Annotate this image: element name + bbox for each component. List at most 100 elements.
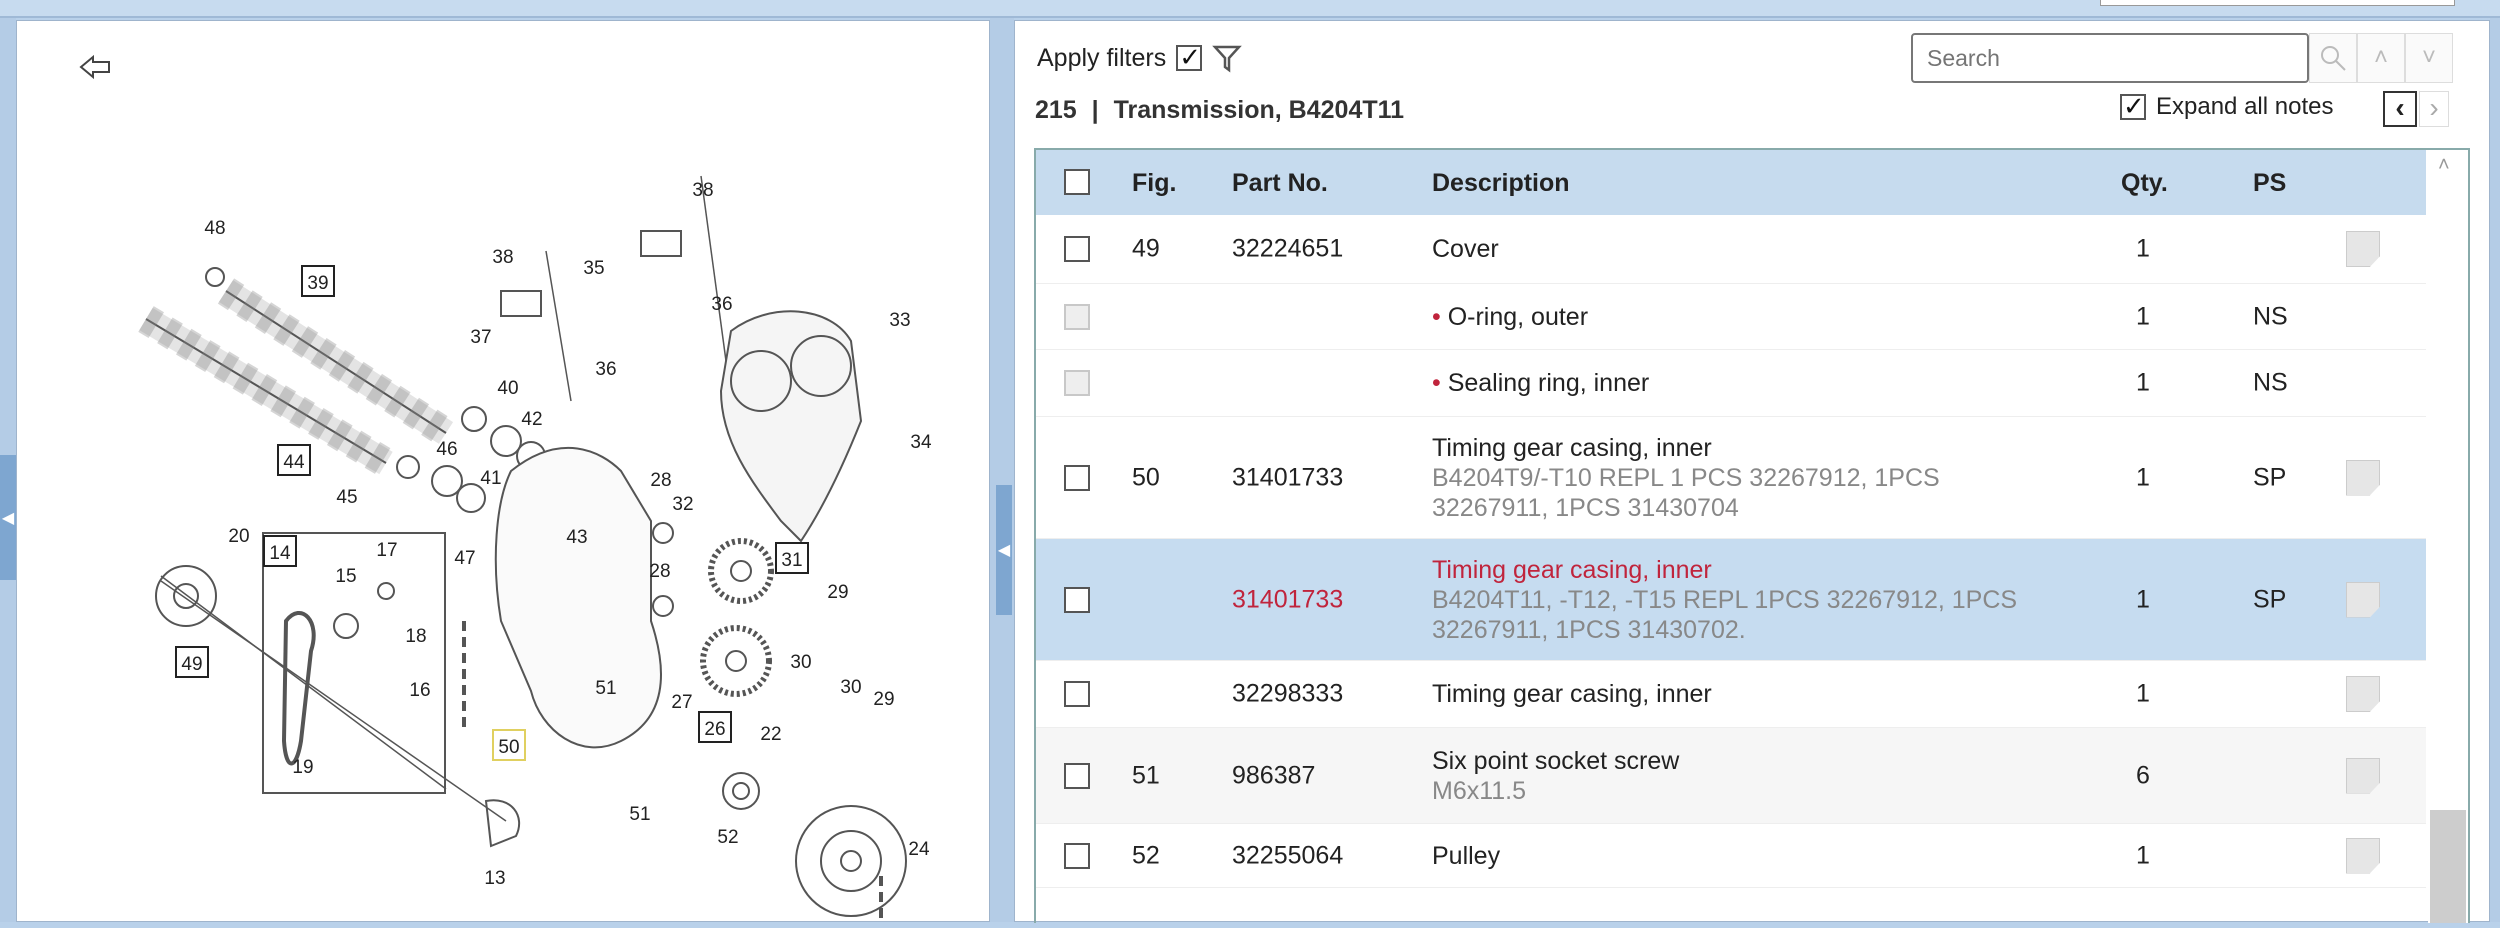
toolbar-button[interactable] xyxy=(2100,0,2455,6)
table-row[interactable]: • O-ring, outer 1 NS xyxy=(1036,284,2426,350)
callout-label[interactable]: 28 xyxy=(649,561,670,582)
callout-label[interactable]: 24 xyxy=(908,839,930,860)
row-checkbox[interactable] xyxy=(1064,842,1090,869)
apply-filters-checkbox[interactable] xyxy=(1176,42,1203,73)
callout-label[interactable]: 47 xyxy=(454,548,475,569)
callout-label[interactable]: 38 xyxy=(692,180,713,201)
fig-number: 50 xyxy=(1132,463,1160,491)
part-number[interactable]: 986387 xyxy=(1232,761,1315,790)
note-icon[interactable] xyxy=(2346,459,2380,496)
chevron-left-icon: ◀ xyxy=(1,509,15,527)
callout-label[interactable]: 46 xyxy=(436,439,457,460)
scroll-up-icon[interactable]: ˄ xyxy=(2438,154,2450,177)
funnel-icon[interactable] xyxy=(1212,43,1243,73)
callout-label[interactable]: 15 xyxy=(335,566,356,587)
bullet-icon: • xyxy=(1432,302,1448,331)
chevron-up-icon: ˄ xyxy=(2373,44,2388,71)
collapse-left-button[interactable]: ◀ xyxy=(0,455,16,580)
callout-label[interactable]: 22 xyxy=(760,724,781,745)
row-checkbox[interactable] xyxy=(1064,681,1090,707)
table-row[interactable]: 51 986387 Six point socket screw M6x11.5… xyxy=(1036,728,2426,824)
callout-label[interactable]: 29 xyxy=(873,689,894,710)
callout-label[interactable]: 44 xyxy=(283,452,305,473)
row-checkbox[interactable] xyxy=(1064,464,1090,491)
part-number[interactable]: 32298333 xyxy=(1232,680,1343,709)
table-row[interactable]: 49 32224651 Cover 1 xyxy=(1036,215,2426,284)
collapse-middle-button[interactable]: ◀ xyxy=(996,485,1012,615)
note-icon[interactable] xyxy=(2346,676,2380,712)
callout-label[interactable]: 17 xyxy=(376,540,397,561)
row-checkbox[interactable] xyxy=(1064,762,1090,789)
callout-label[interactable]: 49 xyxy=(181,654,202,675)
scrollbar-thumb[interactable] xyxy=(2430,810,2466,923)
callout-label[interactable]: 40 xyxy=(497,378,518,399)
scrollbar[interactable]: ˄ xyxy=(2428,150,2468,923)
select-all-checkbox[interactable] xyxy=(1064,169,1090,195)
back-arrow-icon[interactable] xyxy=(79,54,110,80)
callout-label[interactable]: 50 xyxy=(498,737,519,758)
note-icon[interactable] xyxy=(2346,837,2380,874)
callout-label[interactable]: 38 xyxy=(492,247,513,268)
header-ps[interactable]: PS xyxy=(2253,169,2286,198)
search-next-button[interactable]: ˅ xyxy=(2405,33,2453,83)
note-icon[interactable] xyxy=(2346,231,2380,267)
expand-notes-checkbox[interactable] xyxy=(2120,91,2146,122)
search-button[interactable] xyxy=(2309,33,2357,83)
table-row[interactable]: 31401733 Timing gear casing, inner B4204… xyxy=(1036,539,2426,661)
panel-divider[interactable] xyxy=(990,18,1014,922)
header-qty[interactable]: Qty. xyxy=(2121,169,2168,198)
apply-filters-group: Apply filters xyxy=(1037,42,1243,73)
callout-label[interactable]: 19 xyxy=(292,757,313,778)
callout-label[interactable]: 52 xyxy=(717,827,738,848)
next-note-button[interactable]: › xyxy=(2419,91,2449,127)
header-part-no[interactable]: Part No. xyxy=(1232,169,1328,198)
callout-label[interactable]: 20 xyxy=(228,526,249,547)
callout-label[interactable]: 14 xyxy=(269,543,291,564)
callout-label[interactable]: 26 xyxy=(704,719,725,740)
callout-label[interactable]: 35 xyxy=(583,258,604,279)
callout-label[interactable]: 31 xyxy=(781,550,802,571)
part-number[interactable]: 31401733 xyxy=(1232,463,1343,492)
table-row[interactable]: 50 31401733 Timing gear casing, inner B4… xyxy=(1036,417,2426,539)
callout-label[interactable]: 29 xyxy=(827,582,848,603)
callout-label[interactable]: 45 xyxy=(336,487,357,508)
callout-label[interactable]: 13 xyxy=(484,868,505,889)
callout-label[interactable]: 42 xyxy=(521,409,542,430)
part-number[interactable]: 32224651 xyxy=(1232,235,1343,264)
table-row[interactable]: 52 32255064 Pulley 1 xyxy=(1036,824,2426,888)
callout-label[interactable]: 16 xyxy=(409,680,430,701)
callout-label[interactable]: 43 xyxy=(566,527,587,548)
callout-label[interactable]: 34 xyxy=(910,432,932,453)
callout-label[interactable]: 32 xyxy=(672,494,693,515)
bullet-icon: • xyxy=(1432,369,1448,397)
callout-label[interactable]: 36 xyxy=(595,359,616,380)
part-number[interactable]: 31401733 xyxy=(1232,585,1343,614)
callout-label[interactable]: 18 xyxy=(405,626,426,647)
row-checkbox[interactable] xyxy=(1064,586,1090,613)
callout-label[interactable]: 30 xyxy=(790,652,811,673)
quantity: 1 xyxy=(2136,368,2150,397)
callout-label[interactable]: 37 xyxy=(470,327,491,348)
callout-label[interactable]: 48 xyxy=(204,218,225,239)
callout-label[interactable]: 51 xyxy=(595,678,616,699)
header-fig[interactable]: Fig. xyxy=(1132,169,1176,198)
callout-label[interactable]: 30 xyxy=(840,677,861,698)
callout-label[interactable]: 39 xyxy=(307,273,328,294)
chevron-left-icon: ◀ xyxy=(997,542,1011,559)
callout-label[interactable]: 33 xyxy=(889,310,910,331)
prev-note-button[interactable]: ‹ xyxy=(2383,91,2417,127)
callout-label[interactable]: 51 xyxy=(629,804,650,825)
callout-label[interactable]: 36 xyxy=(711,294,732,315)
table-row[interactable]: 32298333 Timing gear casing, inner 1 xyxy=(1036,661,2426,728)
callout-label[interactable]: 28 xyxy=(650,470,671,491)
row-checkbox[interactable] xyxy=(1064,236,1090,262)
callout-label[interactable]: 27 xyxy=(671,692,692,713)
note-icon[interactable] xyxy=(2346,757,2380,794)
search-input[interactable] xyxy=(1911,33,2309,83)
table-row[interactable]: • Sealing ring, inner 1 NS xyxy=(1036,350,2426,417)
callout-label[interactable]: 41 xyxy=(480,468,501,489)
note-icon[interactable] xyxy=(2346,581,2380,618)
header-description[interactable]: Description xyxy=(1432,169,1570,198)
part-number[interactable]: 32255064 xyxy=(1232,841,1343,870)
search-prev-button[interactable]: ˄ xyxy=(2357,33,2405,83)
